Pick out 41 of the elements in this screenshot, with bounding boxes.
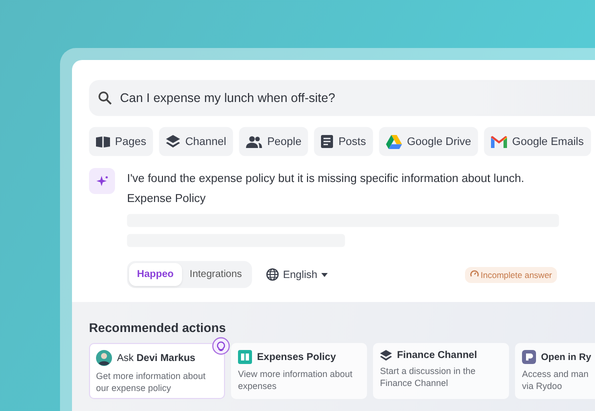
avatar-icon [96, 350, 112, 366]
card-description: View more information about expenses [238, 368, 354, 392]
search-field[interactable]: Can I expense my lunch when off-site? [89, 80, 595, 116]
status-badge: Incomplete answer [464, 266, 557, 282]
card-title: Expenses Policy [257, 352, 336, 362]
people-icon [246, 136, 262, 148]
source-link[interactable]: Expense Policy [127, 190, 595, 208]
filter-chip[interactable]: Pages [89, 127, 154, 156]
card-title: Ask Devi Markus [117, 352, 196, 364]
lightbulb-icon [212, 337, 230, 355]
card-title: Open in Ry [541, 352, 592, 362]
book-icon [238, 350, 252, 364]
layers-icon [380, 350, 392, 361]
filter-chip[interactable]: Posts [314, 127, 373, 156]
filter-chip[interactable]: Google Drive [378, 127, 478, 156]
source-tab[interactable]: Happeo [129, 263, 182, 286]
envelope-logo-icon [491, 136, 508, 148]
filter-chip[interactable]: Channel [159, 127, 234, 156]
language-dropdown[interactable]: English [260, 267, 334, 282]
action-card[interactable]: Expenses Policy View more information about expenses [231, 343, 367, 399]
filter-chip[interactable]: People [239, 127, 308, 156]
book-icon [96, 136, 110, 148]
answer-text: I've found the expense policy but it is missing specific information about lunch. [127, 172, 526, 187]
card-description: Get more information about our expense policy [96, 370, 207, 394]
search-icon [98, 91, 112, 105]
source-tab[interactable]: Integrations [182, 263, 250, 286]
sparkle-icon [89, 168, 115, 194]
document-icon [321, 135, 334, 148]
caret-icon [321, 272, 328, 276]
action-card[interactable]: Open in Ry Access and man via Rydoo [515, 343, 595, 399]
layers-icon [166, 135, 180, 148]
app-logo-icon [522, 350, 536, 364]
globe-icon [266, 268, 279, 281]
card-title: Finance Channel [397, 350, 478, 361]
action-card[interactable]: Finance Channel Start a discussion in the Finance Channel [373, 343, 509, 399]
card-description: Access and man via Rydoo [522, 368, 590, 392]
action-card[interactable]: Ask Devi Markus Get more information about our expense policy [89, 343, 225, 399]
filter-chip[interactable]: Google Emails [484, 127, 591, 156]
card-description: Start a discussion in the Finance Channel [380, 365, 477, 389]
triangle-logo-icon [386, 134, 402, 148]
section-title: Recommended actions [89, 321, 227, 335]
